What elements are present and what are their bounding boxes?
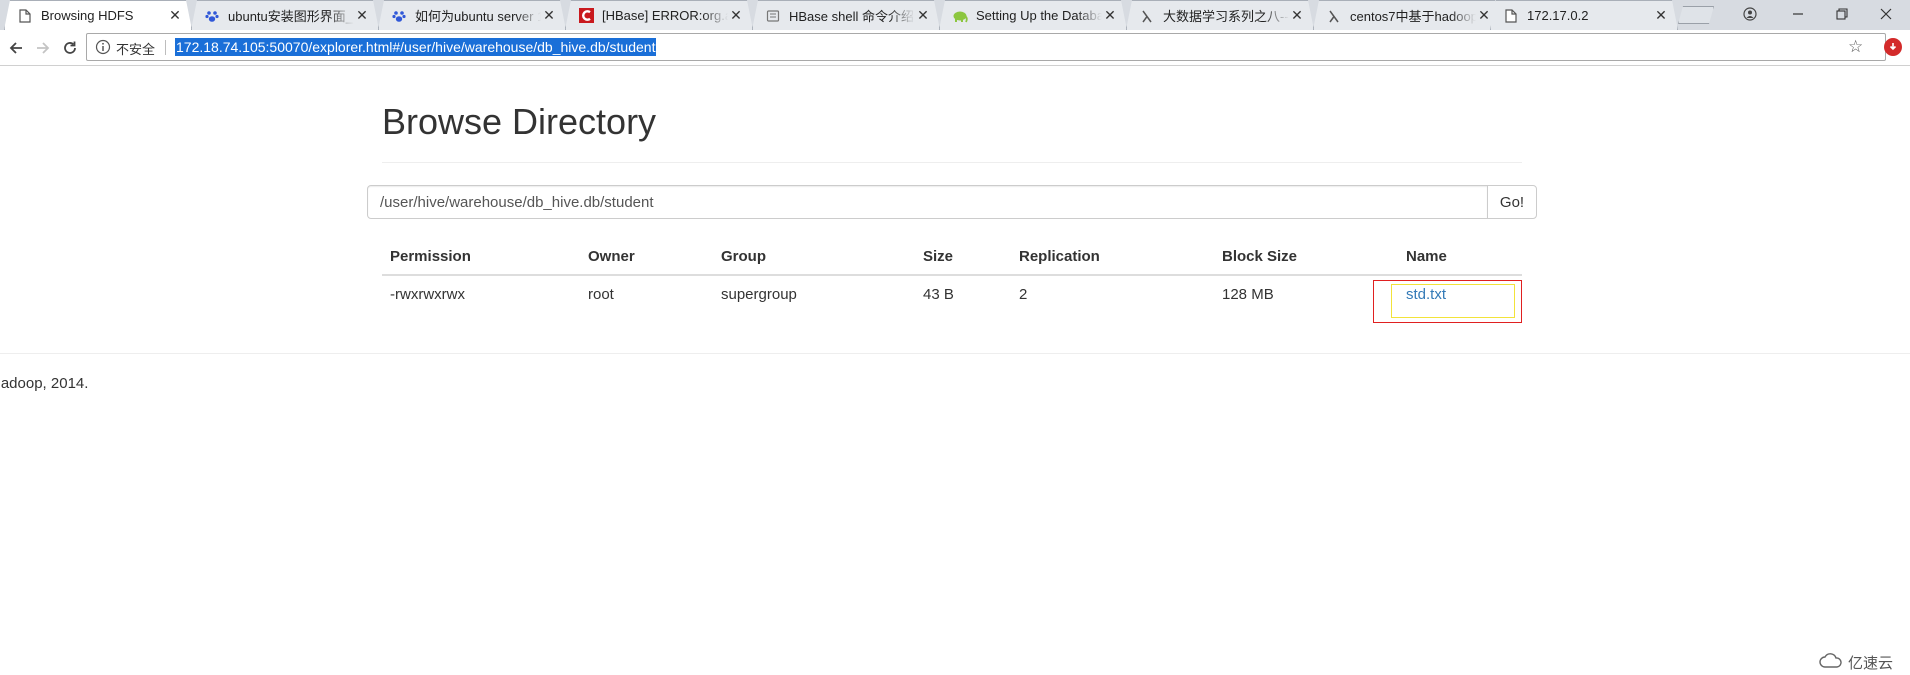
- tab-ubuntu-server[interactable]: 如何为ubuntu server 16.04 ✕: [378, 0, 566, 30]
- footer-text: Hadoop, 2014.: [0, 375, 89, 392]
- page-icon: [17, 8, 33, 24]
- close-icon[interactable]: ✕: [728, 7, 744, 24]
- path-input[interactable]: [367, 185, 1488, 219]
- footer-divider: [0, 353, 1910, 354]
- cell-replication: 2: [1019, 286, 1028, 303]
- watermark: 亿速云: [1818, 652, 1893, 673]
- cloud-logo-icon: [1818, 652, 1844, 673]
- cell-permission: -rwxrwxrwx: [390, 286, 465, 303]
- column-header-owner[interactable]: Owner: [588, 248, 635, 265]
- column-header-permission[interactable]: Permission: [390, 248, 471, 265]
- tab-hbase-shell[interactable]: HBase shell 命令介绍 - 博客园 ✕: [752, 0, 940, 30]
- forward-arrow-icon[interactable]: [31, 36, 55, 60]
- tab-hbase-error[interactable]: [HBase] ERROR:org.apache ✕: [565, 0, 753, 30]
- cell-block-size: 128 MB: [1222, 286, 1274, 303]
- tab-title: HBase shell 命令介绍 - 博客园: [789, 9, 914, 24]
- tab-centos7-hadoop[interactable]: centos7中基于hadoop安装 ✕: [1313, 0, 1501, 30]
- lambda-icon: [1326, 8, 1342, 24]
- tab-title: Setting Up the Database: [976, 8, 1102, 23]
- address-bar[interactable]: 不安全 172.18.74.105:50070/explorer.html#/u…: [86, 33, 1886, 61]
- column-header-block-size[interactable]: Block Size: [1222, 248, 1297, 265]
- close-icon[interactable]: ✕: [1476, 7, 1492, 24]
- annotation-box-yellow: [1391, 284, 1515, 318]
- close-icon[interactable]: ✕: [915, 7, 931, 24]
- tab-title: ubuntu安装图形界面_百度经验: [228, 9, 353, 24]
- cell-group: supergroup: [721, 286, 797, 303]
- tab-strip: Browsing HDFS ✕ ubuntu安装图形界面_百度经验 ✕ 如何为u…: [0, 0, 1910, 30]
- close-icon[interactable]: ✕: [167, 7, 183, 24]
- separator: [165, 40, 166, 55]
- watermark-text: 亿速云: [1848, 655, 1894, 672]
- bookmark-star-icon[interactable]: ☆: [1848, 37, 1863, 57]
- security-label: 不安全: [116, 42, 156, 57]
- close-icon[interactable]: ✕: [541, 7, 557, 24]
- tab-title: centos7中基于hadoop安装: [1350, 9, 1476, 24]
- profile-icon[interactable]: [1728, 0, 1772, 28]
- lambda-icon: [1139, 8, 1155, 24]
- tab-172-17-0-2[interactable]: 172.17.0.2 ✕: [1490, 0, 1678, 30]
- close-icon[interactable]: ✕: [1289, 7, 1305, 24]
- tab-title: 大数据学习系列之八----: [1163, 9, 1289, 24]
- reload-icon[interactable]: [58, 36, 82, 60]
- tab-bigdata-series[interactable]: 大数据学习系列之八---- ✕: [1126, 0, 1314, 30]
- go-button[interactable]: Go!: [1487, 185, 1537, 219]
- page-icon: [1503, 8, 1519, 24]
- page-title: Browse Directory: [382, 101, 657, 142]
- minimize-icon[interactable]: [1776, 0, 1820, 28]
- divider: [382, 162, 1522, 163]
- close-icon[interactable]: ✕: [1653, 7, 1669, 24]
- tab-title: 172.17.0.2: [1527, 8, 1589, 23]
- baidu-paw-icon: [391, 8, 407, 24]
- back-arrow-icon[interactable]: [4, 36, 28, 60]
- column-header-replication[interactable]: Replication: [1019, 248, 1100, 265]
- extension-icon[interactable]: [1884, 38, 1902, 56]
- elephant-icon: [952, 8, 968, 24]
- browser-toolbar: 不安全 172.18.74.105:50070/explorer.html#/u…: [0, 30, 1910, 66]
- restore-icon[interactable]: [1820, 0, 1864, 28]
- close-icon[interactable]: ✕: [1102, 7, 1118, 24]
- close-window-icon[interactable]: [1864, 0, 1908, 28]
- info-icon[interactable]: [95, 39, 111, 55]
- tab-setting-up-database[interactable]: Setting Up the Database ✕: [939, 0, 1127, 30]
- cell-owner: root: [588, 286, 614, 303]
- baidu-paw-icon: [204, 8, 220, 24]
- doc-icon: [765, 8, 781, 24]
- new-tab-button[interactable]: [1678, 6, 1714, 24]
- tab-ubuntu-gui[interactable]: ubuntu安装图形界面_百度经验 ✕: [191, 0, 379, 30]
- csdn-c-icon: [578, 8, 594, 24]
- column-header-group[interactable]: Group: [721, 248, 766, 265]
- column-header-name[interactable]: Name: [1406, 248, 1447, 265]
- column-header-size[interactable]: Size: [923, 248, 953, 265]
- close-icon[interactable]: ✕: [354, 7, 370, 24]
- tab-title: [HBase] ERROR:org.apache: [602, 8, 725, 23]
- tab-title: 如何为ubuntu server 16.04: [415, 9, 541, 24]
- tab-browsing-hdfs[interactable]: Browsing HDFS ✕: [4, 0, 192, 30]
- url-text[interactable]: 172.18.74.105:50070/explorer.html#/user/…: [175, 38, 657, 56]
- header-divider: [382, 274, 1522, 276]
- cell-size: 43 B: [923, 286, 954, 303]
- tab-title: Browsing HDFS: [41, 8, 134, 23]
